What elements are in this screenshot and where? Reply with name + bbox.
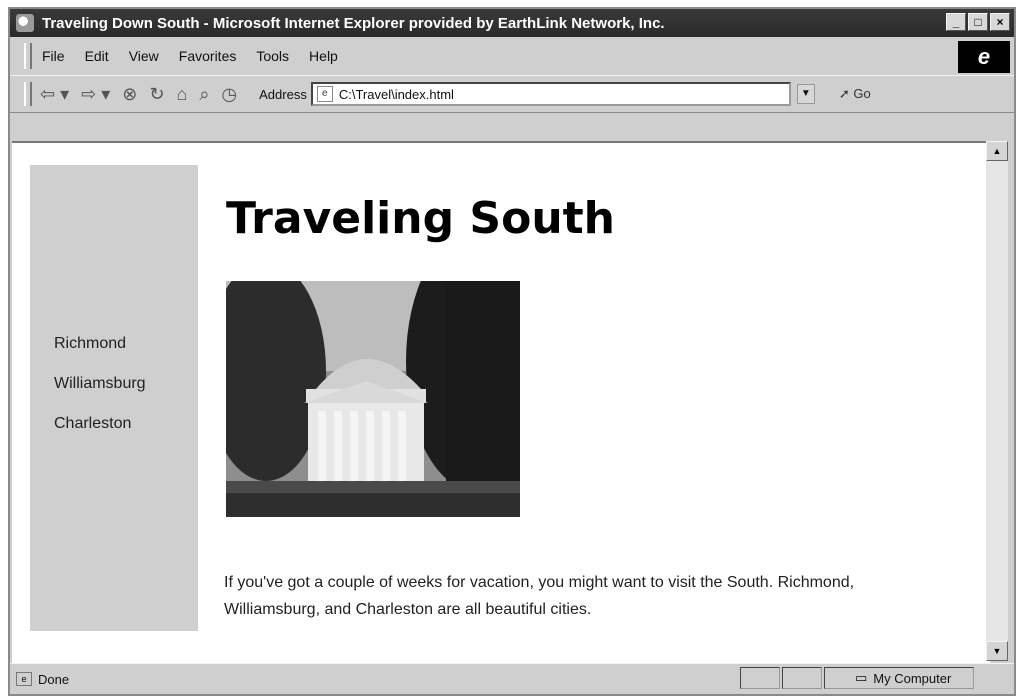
address-label: Address (259, 86, 307, 102)
title-bar: Traveling Down South - Microsoft Interne… (10, 9, 1014, 37)
link-williamsburg[interactable]: Williamsburg (54, 375, 146, 393)
minimize-button[interactable]: _ (946, 13, 966, 31)
zone-pane: ▭ My Computer (824, 667, 974, 689)
status-pane-1 (740, 667, 780, 689)
menu-file[interactable]: File (42, 48, 65, 64)
page-viewport: Richmond Williamsburg Charleston Traveli… (12, 141, 990, 663)
address-input[interactable]: C:\Travel\index.html (339, 87, 789, 102)
stop-icon[interactable]: ⊗ (122, 84, 137, 105)
menu-bar: File Edit View Favorites Tools Help e (10, 37, 1014, 75)
forward-icon[interactable]: ⇨ ▾ (81, 84, 110, 105)
menu-favorites[interactable]: Favorites (179, 48, 237, 64)
back-icon[interactable]: ⇦ ▾ (40, 84, 69, 105)
menu-edit[interactable]: Edit (85, 48, 109, 64)
link-charleston[interactable]: Charleston (54, 415, 146, 433)
sidebar: Richmond Williamsburg Charleston (30, 165, 198, 631)
toolbar: ⇦ ▾ ⇨ ▾ ⊗ ↻ ⌂ ⌕ ◷ Address e C:\Travel\in… (10, 75, 1014, 113)
status-bar: e Done ▭ My Computer (10, 663, 1014, 694)
window-title: Traveling Down South - Microsoft Interne… (42, 14, 665, 32)
rotunda-illustration (206, 231, 546, 517)
page-icon: e (316, 86, 333, 102)
maximize-button[interactable]: □ (968, 13, 988, 31)
page-status-icon: e (16, 672, 32, 686)
status-pane-2 (782, 667, 822, 689)
menubar-grip[interactable] (24, 43, 32, 69)
refresh-icon[interactable]: ↻ (149, 84, 164, 105)
zone-text: My Computer (873, 670, 952, 686)
link-richmond[interactable]: Richmond (54, 335, 146, 353)
page-title: Traveling South (226, 193, 615, 244)
history-icon[interactable]: ◷ (221, 84, 237, 105)
menu-tools[interactable]: Tools (256, 48, 289, 64)
ie-logo: e (958, 41, 1010, 73)
rotunda-photo (206, 231, 546, 517)
browser-window: Traveling Down South - Microsoft Interne… (8, 7, 1016, 696)
search-icon[interactable]: ⌕ (199, 84, 209, 105)
address-bar[interactable]: e C:\Travel\index.html (310, 82, 791, 106)
vertical-scrollbar[interactable]: ▲ ▼ (986, 141, 1008, 661)
home-icon[interactable]: ⌂ (176, 84, 187, 105)
intro-paragraph: If you've got a couple of weeks for vaca… (224, 574, 855, 618)
status-text: Done (38, 671, 70, 687)
menu-help[interactable]: Help (309, 48, 338, 64)
go-button[interactable]: ➚ Go (839, 86, 871, 102)
status-panes: ▭ My Computer (738, 667, 974, 689)
toolbar-grip[interactable] (24, 82, 32, 106)
window-controls: _ □ × (946, 13, 1010, 31)
go-label: Go (853, 86, 871, 101)
scroll-down-icon[interactable]: ▼ (986, 641, 1008, 661)
sidebar-links: Richmond Williamsburg Charleston (54, 335, 146, 455)
scroll-up-icon[interactable]: ▲ (986, 141, 1008, 161)
ie-icon (16, 14, 34, 32)
address-dropdown-icon[interactable]: ▼ (796, 84, 815, 104)
menu-view[interactable]: View (129, 48, 159, 64)
computer-icon: ▭ (855, 670, 868, 685)
close-button[interactable]: × (990, 13, 1010, 31)
